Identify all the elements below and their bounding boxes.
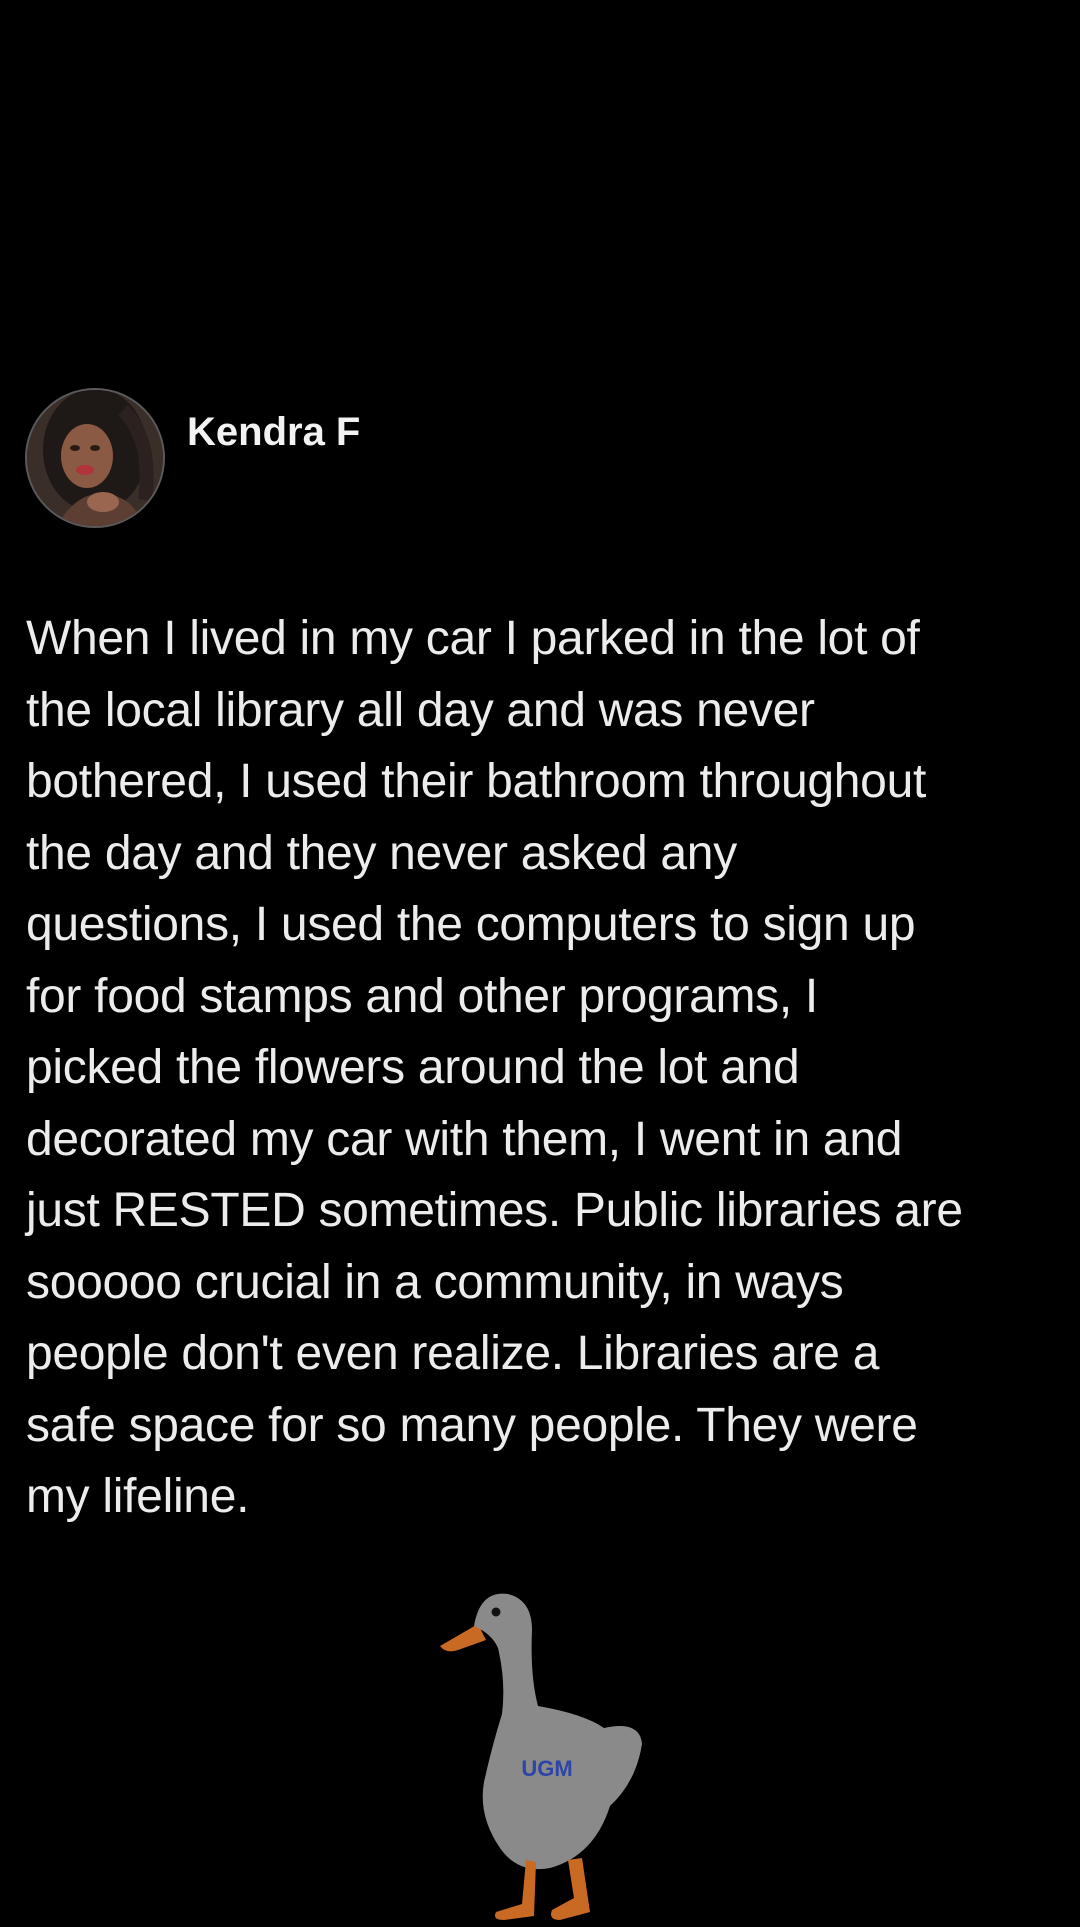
post-text-line: the local library all day and was never [26, 683, 815, 737]
post-text-line: bothered, I used their bathroom througho… [26, 755, 927, 808]
author-name[interactable]: Kendra F [187, 410, 360, 455]
post-text-line: the day and they never asked any [26, 826, 737, 880]
watermark-label: UGM [521, 1756, 573, 1781]
goose-watermark: UGM [434, 1586, 648, 1922]
post-text-line: questions, I used the computers to sign … [26, 898, 916, 951]
post-text-line: When I lived in my car I parked in the l… [26, 612, 920, 665]
post-text-line: my lifeline. [26, 1470, 250, 1523]
post-text-line: picked the flowers around the lot and [26, 1041, 800, 1094]
goose-icon [440, 1593, 642, 1920]
post-text-line: people don't even realize. Libraries are… [26, 1327, 880, 1380]
post-text-line: just RESTED sometimes. Public libraries … [26, 1184, 963, 1237]
post-text-line: decorated my car with them, I went in an… [26, 1112, 903, 1166]
post-text-line: sooooo crucial in a community, in ways [26, 1255, 844, 1309]
post-text-line: safe space for so many people. They were [26, 1398, 918, 1452]
post-text: When I lived in my car I parked in the l… [26, 603, 1061, 1533]
avatar[interactable] [25, 388, 165, 528]
post-header [25, 388, 165, 528]
post-text-line: for food stamps and other programs, I [26, 969, 818, 1023]
avatar-image [27, 390, 163, 526]
